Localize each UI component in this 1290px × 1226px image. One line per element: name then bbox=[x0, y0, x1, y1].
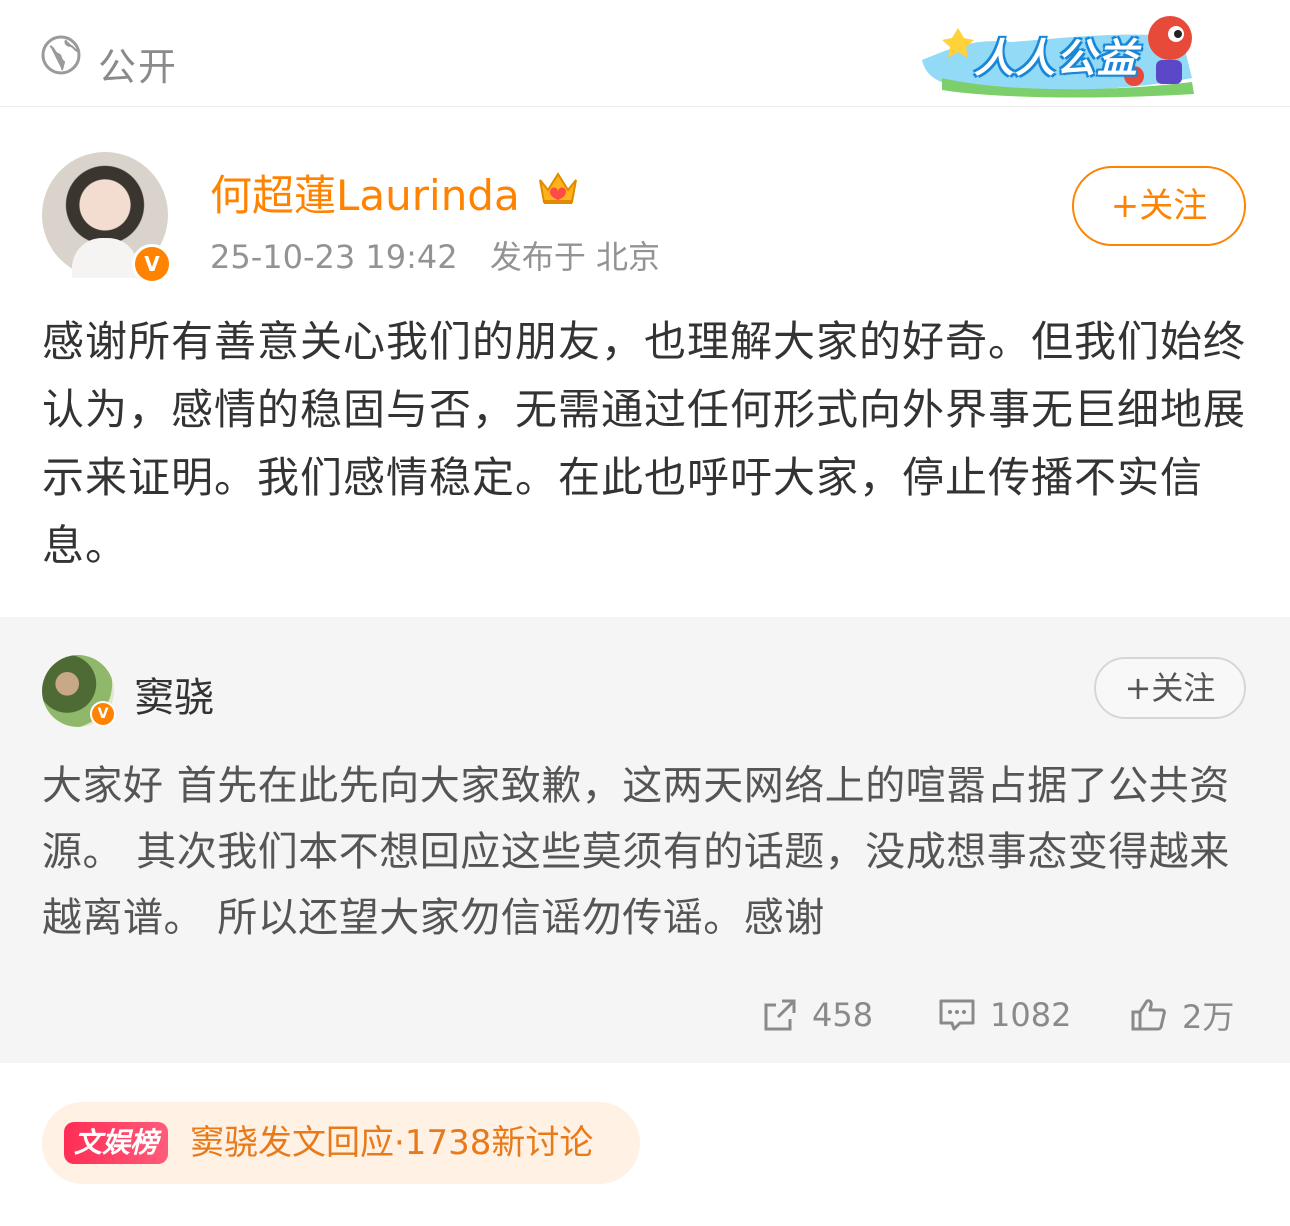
post-timestamp: 25-10-23 19:42 bbox=[210, 238, 458, 276]
repost-count: 458 bbox=[812, 996, 874, 1034]
trending-topic[interactable]: 文娱榜 窦骁发文回应·1738新讨论 bbox=[42, 1102, 640, 1184]
thumbs-up-icon bbox=[1131, 999, 1166, 1031]
trending-tag: 文娱榜 bbox=[64, 1122, 169, 1164]
comment-icon bbox=[939, 999, 975, 1031]
post-location: 发布于 北京 bbox=[489, 238, 660, 276]
like-count: 2万 bbox=[1182, 998, 1235, 1036]
post-meta: 25-10-23 19:42 发布于 北京 bbox=[210, 232, 660, 278]
like-action[interactable]: 2万 bbox=[1130, 993, 1234, 1037]
repost-verified-badge: V bbox=[90, 701, 116, 727]
avatar-figure bbox=[72, 238, 138, 278]
repost-action[interactable]: 458 bbox=[762, 993, 873, 1037]
share-icon bbox=[764, 999, 796, 1031]
charity-label: 人人公益 bbox=[974, 36, 1138, 82]
repost-card[interactable]: V 窦骁 +关注 大家好 首先在此先向大家致歉，这两天网络上的喧嚣占据了公共资源… bbox=[0, 617, 1290, 1063]
comment-count: 1082 bbox=[990, 996, 1072, 1034]
follow-button[interactable]: +关注 bbox=[1072, 166, 1246, 246]
repost-follow-button[interactable]: +关注 bbox=[1094, 657, 1246, 719]
comment-action[interactable]: 1082 bbox=[938, 993, 1071, 1037]
charity-banner[interactable]: 人人公益 bbox=[912, 8, 1212, 100]
post-body: 感谢所有善意关心我们的朋友，也理解大家的好奇。但我们始终认为，感情的稳固与否，无… bbox=[42, 317, 1247, 570]
visibility-label: 公开 bbox=[98, 45, 179, 89]
globe-icon bbox=[41, 35, 81, 75]
author-name[interactable]: 何超蓮Laurinda bbox=[210, 162, 520, 223]
trending-text: 窦骁发文回应·1738新讨论 bbox=[190, 1123, 594, 1163]
verified-badge: V bbox=[132, 244, 172, 284]
visibility-bar: 公开 人人公益 bbox=[0, 0, 1290, 107]
repost-body: 大家好 首先在此先向大家致歉，这两天网络上的喧嚣占据了公共资源。 其次我们本不想… bbox=[42, 763, 1230, 941]
crown-icon bbox=[539, 172, 577, 204]
repost-author-name[interactable]: 窦骁 bbox=[134, 665, 214, 723]
